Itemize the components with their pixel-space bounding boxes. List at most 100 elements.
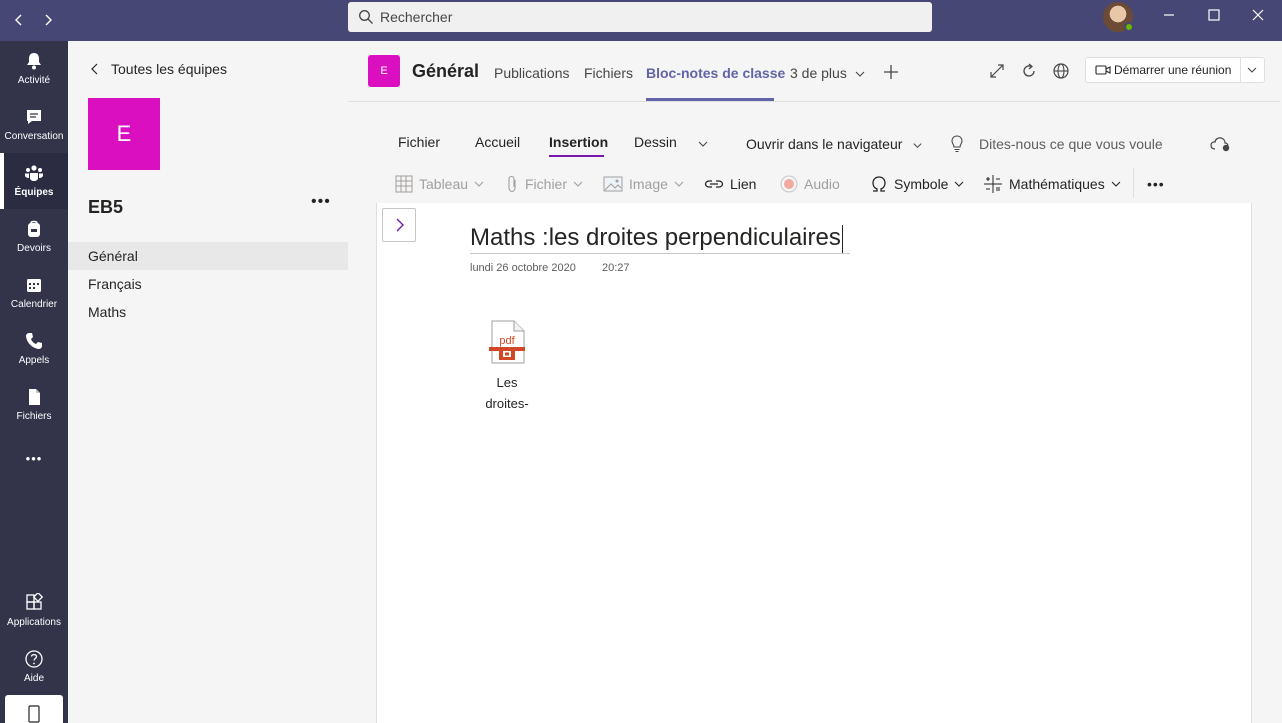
insert-file-button[interactable]: Fichier — [505, 173, 589, 195]
channel-title: Général — [412, 61, 480, 81]
all-teams-label: Toutes les équipes — [111, 61, 227, 77]
image-icon — [603, 176, 623, 192]
team-more-options-icon[interactable]: ••• — [311, 193, 331, 211]
channel-item-maths[interactable]: Maths — [68, 298, 348, 326]
ribbon-tab-dessin[interactable]: Dessin — [634, 134, 677, 150]
math-icon — [984, 175, 1002, 193]
tab-bloc-notes[interactable]: Bloc-notes de classe — [646, 65, 785, 81]
maximize-icon[interactable] — [1202, 7, 1226, 27]
rail-item-aide[interactable]: Aide — [0, 639, 68, 695]
search-placeholder: Rechercher — [380, 9, 453, 25]
rail-label-devoirs: Devoirs — [17, 243, 51, 254]
back-arrow-icon[interactable] — [9, 10, 29, 30]
teams-icon — [25, 165, 43, 181]
add-tab-icon[interactable] — [881, 62, 901, 82]
page-date: lundi 26 octobre 2020 — [470, 262, 576, 274]
title-bar: Rechercher — [0, 0, 1282, 41]
insert-link-label: Lien — [730, 176, 757, 192]
ribbon-tab-fichier[interactable]: Fichier — [398, 134, 440, 150]
rail-item-appels[interactable]: Appels — [0, 321, 68, 377]
rail-item-activite[interactable]: Activité — [0, 41, 68, 97]
rail-label-activite: Activité — [17, 75, 51, 86]
rail-more-button[interactable]: ••• — [0, 447, 68, 475]
expand-icon[interactable] — [987, 61, 1007, 81]
rail-item-equipes[interactable]: Équipes — [0, 153, 68, 209]
refresh-icon[interactable] — [1019, 61, 1039, 81]
tab-publications[interactable]: Publications — [494, 65, 570, 81]
channel-header: E Général Publications Fichiers Bloc-not… — [348, 41, 1280, 102]
rail-label-conversation: Conversation — [4, 131, 64, 142]
ribbon-tab-insertion[interactable]: Insertion — [549, 134, 608, 150]
rail-item-devoirs[interactable]: Devoirs — [0, 209, 68, 265]
rail-label-appels: Appels — [18, 355, 50, 366]
record-audio-label: Audio — [804, 176, 840, 192]
insert-table-label: Tableau — [419, 176, 469, 192]
rail-item-fichiers[interactable]: Fichiers — [0, 377, 68, 433]
chevron-down-icon — [1111, 181, 1121, 187]
page-title: Maths :les droites perpendiculaires — [470, 224, 841, 251]
forward-arrow-icon[interactable] — [38, 10, 58, 30]
ribbon-more-options-icon[interactable]: ••• — [1147, 173, 1165, 195]
bell-icon — [27, 53, 41, 70]
open-in-browser-label: Ouvrir dans le navigateur — [746, 136, 903, 152]
start-meeting-button[interactable]: Démarrer une réunion — [1085, 57, 1265, 83]
minimize-icon[interactable] — [1157, 7, 1181, 27]
notebook-page-canvas[interactable]: Maths :les droites perpendiculaires lund… — [376, 203, 1252, 723]
download-mobile-button[interactable] — [5, 695, 63, 723]
table-icon — [395, 175, 413, 193]
main-content: E Général Publications Fichiers Bloc-not… — [348, 41, 1280, 723]
rail-label-fichiers: Fichiers — [16, 411, 52, 422]
insert-link-button[interactable]: Lien — [704, 173, 756, 195]
help-icon — [25, 650, 43, 668]
insert-math-button[interactable]: Mathématiques — [983, 173, 1127, 195]
rail-item-applications[interactable]: Applications — [0, 583, 68, 639]
search-input[interactable]: Rechercher — [348, 2, 932, 32]
rail-label-equipes: Équipes — [14, 187, 54, 198]
rail-item-conversation[interactable]: Conversation — [0, 97, 68, 153]
cloud-sync-icon[interactable] — [1210, 135, 1232, 153]
ribbon-active-tab-indicator — [549, 155, 604, 157]
file-icon — [29, 389, 40, 405]
pdf-file-icon: pdf — [489, 320, 525, 364]
chevron-right-icon — [396, 218, 404, 232]
insert-symbol-label: Symbole — [894, 176, 949, 192]
expand-navigation-button[interactable] — [382, 208, 416, 242]
chevron-down-icon — [913, 143, 922, 148]
all-teams-link[interactable]: Toutes les équipes — [88, 61, 227, 77]
channel-item-francais[interactable]: Français — [68, 270, 348, 298]
ribbon-tabs-chevron-down-icon[interactable] — [697, 138, 709, 150]
meeting-dropdown-chevron-icon[interactable] — [1246, 64, 1258, 76]
app-rail: Activité Conversation Équipes Devoirs Ca… — [0, 41, 68, 723]
presence-available-icon — [1124, 22, 1134, 32]
chevron-down-icon — [474, 181, 484, 187]
tab-more-label: 3 de plus — [790, 65, 847, 81]
channel-item-general[interactable]: Général — [68, 242, 348, 270]
paperclip-icon — [508, 175, 516, 193]
chevron-left-icon — [91, 63, 98, 75]
insert-image-button[interactable]: Image — [603, 173, 690, 195]
insert-math-label: Mathématiques — [1009, 176, 1105, 192]
rail-label-aide: Aide — [23, 673, 44, 684]
insert-table-button[interactable]: Tableau — [395, 173, 490, 195]
chevron-down-icon — [855, 71, 865, 78]
open-in-browser-button[interactable]: Ouvrir dans le navigateur — [746, 136, 923, 152]
chat-icon — [27, 110, 41, 124]
page-title-field[interactable]: Maths :les droites perpendiculaires — [470, 224, 850, 254]
active-tab-indicator — [646, 98, 774, 101]
tab-fichiers[interactable]: Fichiers — [584, 65, 633, 81]
ribbon-tab-accueil[interactable]: Accueil — [475, 134, 520, 150]
insert-symbol-button[interactable]: Symbole — [870, 173, 970, 195]
record-audio-button[interactable]: Audio — [780, 173, 840, 195]
tell-me-input[interactable]: Dites-nous ce que vous voule — [979, 136, 1163, 152]
chevron-down-icon — [955, 181, 964, 187]
rail-item-calendrier[interactable]: Calendrier — [0, 265, 68, 321]
globe-icon[interactable] — [1051, 61, 1071, 81]
insert-image-label: Image — [629, 176, 668, 192]
link-icon — [704, 180, 724, 188]
rail-label-applications: Applications — [7, 617, 61, 628]
close-icon[interactable] — [1246, 7, 1270, 27]
record-icon — [780, 175, 798, 193]
backpack-icon — [28, 220, 40, 237]
tab-more[interactable]: 3 de plus — [790, 65, 865, 81]
pdf-attachment[interactable]: pdf Les droites- — [472, 320, 542, 414]
